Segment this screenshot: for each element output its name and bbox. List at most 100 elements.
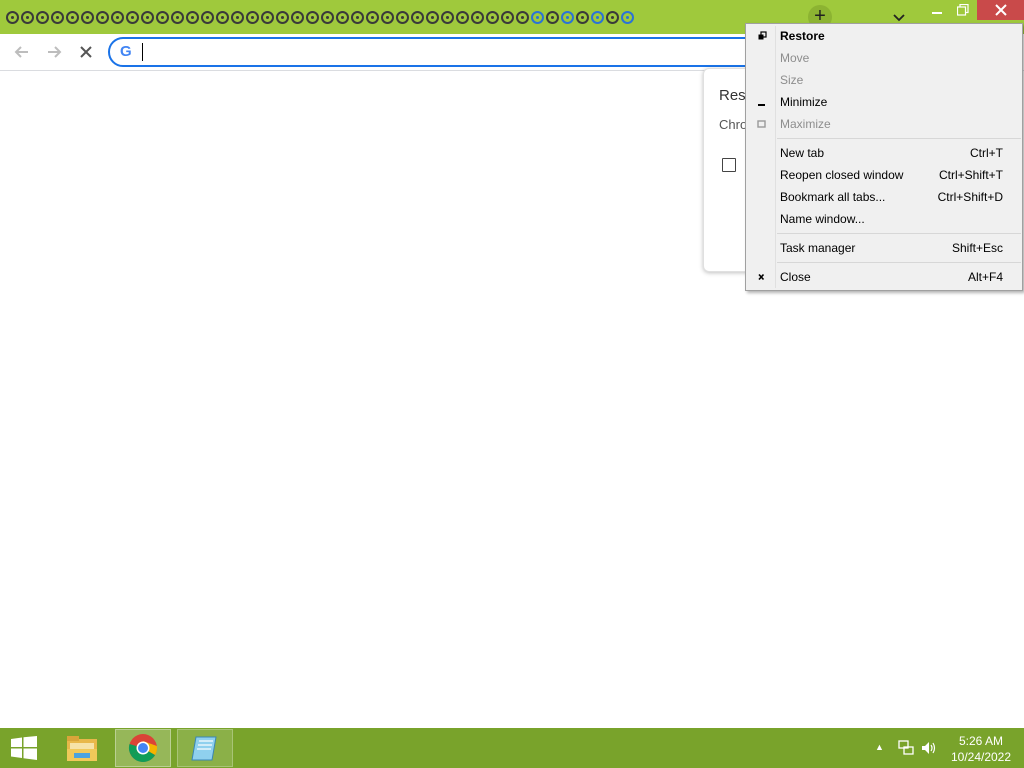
menu-item-shortcut: Alt+F4 <box>967 270 1003 284</box>
tab-favicon-icon[interactable] <box>111 10 124 24</box>
google-g-icon: G <box>120 43 132 60</box>
tab-favicon-icon[interactable] <box>426 10 439 24</box>
taskbar-chrome[interactable] <box>115 729 171 767</box>
menu-item-shortcut: Ctrl+Shift+D <box>937 190 1003 204</box>
tab-favicon-icon[interactable] <box>621 10 634 24</box>
start-button[interactable] <box>10 736 38 760</box>
tab-favicon-icon[interactable] <box>561 10 574 24</box>
menu-item-maximize: Maximize <box>746 113 1022 135</box>
tab-favicon-icon[interactable] <box>276 10 289 24</box>
menu-item-label: Close <box>780 270 811 284</box>
tab-favicon-icon[interactable] <box>51 10 64 24</box>
stop-loading-button[interactable] <box>75 41 97 63</box>
tab-favicon-icon[interactable] <box>231 10 244 24</box>
tab-favicon-icon[interactable] <box>396 10 409 24</box>
tab-favicon-icon[interactable] <box>81 10 94 24</box>
tab-favicon-icon[interactable] <box>201 10 214 24</box>
menu-item-label: Restore <box>780 29 825 43</box>
menu-item-restore[interactable]: Restore <box>746 25 1022 47</box>
menu-item-label: Task manager <box>780 241 856 255</box>
menu-separator <box>777 233 1021 234</box>
tab-favicon-icon[interactable] <box>171 10 184 24</box>
tab-strip <box>6 6 636 28</box>
maximize-icon <box>757 120 766 128</box>
windows-logo-icon <box>11 736 37 760</box>
forward-button[interactable] <box>43 41 65 63</box>
minimize-icon <box>932 12 942 14</box>
menu-item-label: Size <box>780 73 804 87</box>
menu-item-minimize[interactable]: Minimize <box>746 91 1022 113</box>
close-icon <box>80 46 92 58</box>
tab-favicon-icon[interactable] <box>576 10 589 24</box>
menu-item-label: Reopen closed window <box>780 168 904 182</box>
taskbar-clock[interactable]: 5:26 AM 10/24/2022 <box>944 733 1018 765</box>
tab-favicon-icon[interactable] <box>96 10 109 24</box>
tab-favicon-icon[interactable] <box>501 10 514 24</box>
menu-item-label: Maximize <box>780 117 831 131</box>
tab-favicon-icon[interactable] <box>246 10 259 24</box>
menu-item-shortcut: Ctrl+Shift+T <box>938 168 1003 182</box>
tab-favicon-icon[interactable] <box>126 10 139 24</box>
tab-favicon-icon[interactable] <box>141 10 154 24</box>
restore-icon <box>957 4 969 16</box>
menu-item-close[interactable]: Close Alt+F4 <box>746 266 1022 288</box>
menu-item-name-window[interactable]: Name window... <box>746 208 1022 230</box>
restore-icon <box>758 31 767 40</box>
menu-item-label: Minimize <box>780 95 828 109</box>
tab-favicon-icon[interactable] <box>216 10 229 24</box>
tab-favicon-icon[interactable] <box>336 10 349 24</box>
menu-item-move: Move <box>746 47 1022 69</box>
tab-favicon-icon[interactable] <box>156 10 169 24</box>
tab-favicon-icon[interactable] <box>186 10 199 24</box>
menu-item-reopen-closed-window[interactable]: Reopen closed window Ctrl+Shift+T <box>746 164 1022 186</box>
tab-favicon-icon[interactable] <box>486 10 499 24</box>
clock-date: 10/24/2022 <box>950 750 1012 764</box>
dialog-checkbox[interactable] <box>722 158 736 172</box>
menu-item-shortcut: Shift+Esc <box>951 241 1003 255</box>
chrome-icon <box>128 734 158 762</box>
minimize-icon <box>758 104 765 106</box>
taskbar <box>0 728 1024 768</box>
menu-item-label: New tab <box>780 146 825 160</box>
tab-favicon-icon[interactable] <box>21 10 34 24</box>
menu-item-task-manager[interactable]: Task manager Shift+Esc <box>746 237 1022 259</box>
tab-favicon-icon[interactable] <box>351 10 364 24</box>
tab-favicon-icon[interactable] <box>321 10 334 24</box>
tab-favicon-icon[interactable] <box>606 10 619 24</box>
tab-favicon-icon[interactable] <box>546 10 559 24</box>
back-button[interactable] <box>11 41 33 63</box>
speaker-icon <box>922 742 936 754</box>
menu-item-new-tab[interactable]: New tab Ctrl+T <box>746 142 1022 164</box>
dialog-body: Chro <box>719 117 748 132</box>
tab-favicon-icon[interactable] <box>441 10 454 24</box>
network-tray[interactable] <box>898 740 914 756</box>
tab-favicon-icon[interactable] <box>531 10 544 24</box>
tab-favicon-icon[interactable] <box>411 10 424 24</box>
tab-favicon-icon[interactable] <box>591 10 604 24</box>
menu-separator <box>777 138 1021 139</box>
menu-item-bookmark-all-tabs[interactable]: Bookmark all tabs... Ctrl+Shift+D <box>746 186 1022 208</box>
tab-favicon-icon[interactable] <box>261 10 274 24</box>
tab-favicon-icon[interactable] <box>291 10 304 24</box>
tab-favicon-icon[interactable] <box>381 10 394 24</box>
tab-favicon-icon[interactable] <box>66 10 79 24</box>
close-window-button[interactable] <box>977 0 1024 20</box>
tab-favicon-icon[interactable] <box>366 10 379 24</box>
taskbar-notepad[interactable] <box>177 729 233 767</box>
address-bar[interactable]: G <box>108 37 772 67</box>
show-hidden-icons-button[interactable]: ▲ <box>875 742 884 752</box>
tab-favicon-icon[interactable] <box>36 10 49 24</box>
tab-favicon-icon[interactable] <box>471 10 484 24</box>
tab-favicon-icon[interactable] <box>306 10 319 24</box>
close-icon <box>758 273 765 281</box>
tab-favicon-icon[interactable] <box>516 10 529 24</box>
window-system-menu: Restore Move Size Minimize Maximize New … <box>745 23 1023 291</box>
arrow-right-icon <box>48 46 62 58</box>
taskbar-file-explorer[interactable] <box>54 729 110 767</box>
notepad-icon <box>191 736 217 761</box>
menu-item-label: Bookmark all tabs... <box>780 190 886 204</box>
tab-favicon-icon[interactable] <box>456 10 469 24</box>
tab-favicon-icon[interactable] <box>6 10 19 24</box>
restore-window-button[interactable] <box>948 0 978 20</box>
volume-tray[interactable] <box>921 740 937 756</box>
